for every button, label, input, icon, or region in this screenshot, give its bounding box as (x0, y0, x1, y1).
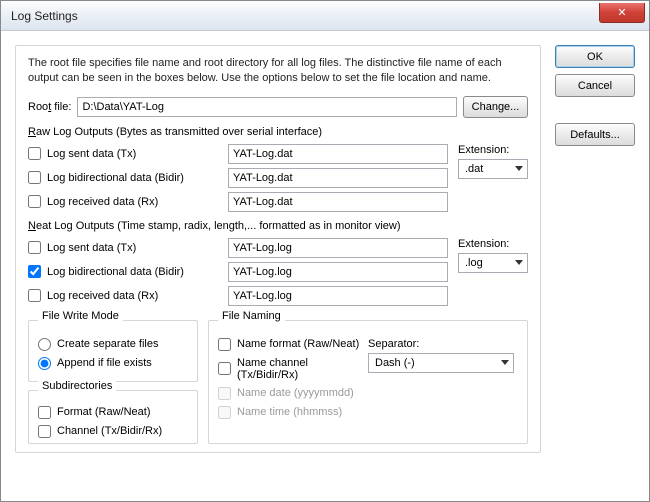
chevron-down-icon (501, 360, 509, 365)
separator-label: Separator: (368, 338, 518, 350)
subdir-channel-checkbox[interactable]: Channel (Tx/Bidir/Rx) (38, 425, 188, 438)
titlebar: Log Settings ✕ (1, 1, 649, 31)
subdirectories-group: Subdirectories Format (Raw/Neat) Channel… (28, 384, 198, 444)
raw-ext-combo[interactable]: .dat (458, 159, 528, 179)
raw-recv-file[interactable] (228, 192, 448, 212)
neat-bidir-checkbox[interactable]: Log bidirectional data (Bidir) (28, 265, 218, 278)
neat-sent-checkbox[interactable]: Log sent data (Tx) (28, 241, 218, 254)
name-date-checkbox: Name date (yyyymmdd) (218, 387, 360, 400)
main-panel: The root file specifies file name and ro… (15, 45, 541, 453)
subdir-format-checkbox[interactable]: Format (Raw/Neat) (38, 406, 188, 419)
neat-sent-file[interactable] (228, 238, 448, 258)
subdirectories-legend: Subdirectories (38, 380, 116, 392)
change-button[interactable]: Change... (463, 96, 528, 118)
description-text: The root file specifies file name and ro… (28, 56, 528, 86)
append-radio[interactable]: Append if file exists (38, 357, 188, 370)
raw-bidir-checkbox[interactable]: Log bidirectional data (Bidir) (28, 171, 218, 184)
neat-bidir-file[interactable] (228, 262, 448, 282)
side-buttons: OK Cancel Defaults... (555, 45, 635, 453)
raw-sent-checkbox[interactable]: Log sent data (Tx) (28, 147, 218, 160)
file-write-mode-group: File Write Mode Create separate files Ap… (28, 314, 198, 382)
root-file-label: Root file: (28, 101, 71, 113)
file-naming-group: File Naming Name format (Raw/Neat) Name … (208, 314, 528, 444)
neat-recv-checkbox[interactable]: Log received data (Rx) (28, 289, 218, 302)
name-time-checkbox: Name time (hhmmss) (218, 406, 360, 419)
window-title: Log Settings (11, 9, 78, 23)
raw-sent-file[interactable] (228, 144, 448, 164)
root-file-input[interactable] (77, 97, 457, 117)
raw-section-title: Raw Log Outputs (Bytes as transmitted ov… (28, 126, 528, 138)
raw-bidir-file[interactable] (228, 168, 448, 188)
neat-section-title: Neat Log Outputs (Time stamp, radix, len… (28, 220, 528, 232)
file-write-mode-legend: File Write Mode (38, 310, 123, 322)
close-icon: ✕ (617, 6, 626, 19)
neat-ext-combo[interactable]: .log (458, 253, 528, 273)
neat-recv-file[interactable] (228, 286, 448, 306)
raw-recv-checkbox[interactable]: Log received data (Rx) (28, 195, 218, 208)
name-format-checkbox[interactable]: Name format (Raw/Neat) (218, 338, 360, 351)
ok-button[interactable]: OK (555, 45, 635, 68)
create-separate-radio[interactable]: Create separate files (38, 338, 188, 351)
close-button[interactable]: ✕ (599, 3, 645, 23)
name-channel-checkbox[interactable]: Name channel (Tx/Bidir/Rx) (218, 357, 360, 381)
raw-ext-label: Extension: (458, 144, 528, 156)
separator-combo[interactable]: Dash (-) (368, 353, 514, 373)
file-naming-legend: File Naming (218, 310, 285, 322)
chevron-down-icon (515, 166, 523, 171)
cancel-button[interactable]: Cancel (555, 74, 635, 97)
neat-ext-label: Extension: (458, 238, 528, 250)
defaults-button[interactable]: Defaults... (555, 123, 635, 146)
chevron-down-icon (515, 260, 523, 265)
